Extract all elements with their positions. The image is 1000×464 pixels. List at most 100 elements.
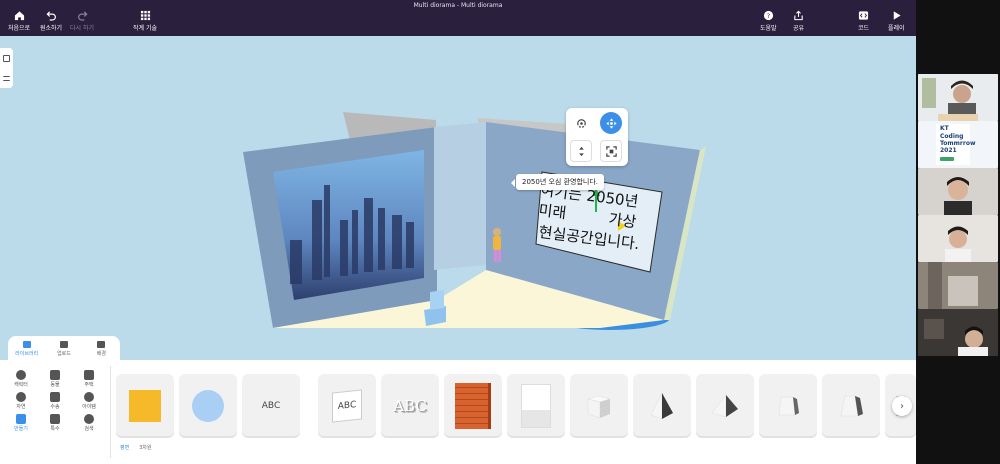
library-tabs: 라이브러리 업로드 배경 — [8, 336, 120, 362]
category-label: 만들기 — [14, 426, 28, 432]
participant-tile-logo[interactable]: KT Coding Tommrrow 2021 — [918, 121, 998, 168]
tab-background-label: 배경 — [96, 351, 106, 357]
share-icon — [794, 10, 803, 21]
home-label: 처음으로 — [8, 25, 31, 32]
scroll-next-button[interactable]: › — [892, 396, 912, 416]
subtab-flat[interactable]: 평면 — [120, 444, 129, 451]
student-2-video — [918, 215, 998, 262]
item-text[interactable]: ABC — [242, 374, 300, 438]
category-nature[interactable]: 자연 — [4, 392, 38, 410]
move-mode-button[interactable] — [600, 112, 622, 134]
globe-icon — [84, 392, 94, 402]
category-transport[interactable]: 수송 — [38, 392, 72, 410]
scale-mode-button[interactable] — [600, 140, 622, 162]
tab-background[interactable]: 배경 — [83, 336, 120, 362]
item-trapezoid[interactable] — [822, 374, 880, 438]
tab-library[interactable]: 라이브러리 — [8, 336, 45, 362]
item-shelf: ABC ABC ABC — [116, 374, 916, 438]
redo-button[interactable]: 다시 하기 — [70, 10, 94, 32]
code-button[interactable]: 코드 — [858, 10, 869, 32]
character-figure[interactable] — [493, 228, 501, 262]
gallery-label: 작계 기술 — [133, 25, 157, 32]
scale-icon — [605, 145, 617, 157]
item-tetrahedron[interactable] — [696, 374, 754, 438]
image-icon — [97, 341, 106, 348]
item-brick-wall[interactable] — [444, 374, 502, 438]
category-make[interactable]: 만들기 — [4, 414, 38, 432]
code-label: 코드 — [858, 25, 870, 32]
dog-icon — [50, 370, 60, 380]
student-1-video — [918, 168, 998, 215]
play-label: 플레이 — [888, 25, 905, 32]
category-label: 자연 — [16, 404, 26, 410]
tab-upload[interactable]: 업로드 — [45, 336, 82, 362]
center-wall — [434, 122, 486, 270]
logo-badge — [940, 157, 954, 161]
redo-icon — [77, 11, 87, 21]
share-button[interactable]: 공유 — [793, 10, 804, 32]
cube-icon — [587, 395, 611, 419]
item-cube[interactable] — [570, 374, 628, 438]
trapezoid-icon — [840, 395, 863, 417]
gallery-button[interactable]: 작계 기술 — [133, 10, 157, 32]
item-pyramid[interactable] — [633, 374, 691, 438]
share-label: 공유 — [793, 25, 805, 32]
category-label: 아이템 — [82, 404, 96, 410]
home-button[interactable]: 처음으로 — [8, 10, 30, 32]
participant-tile-student-3[interactable] — [918, 262, 998, 309]
category-character[interactable]: 캐릭터 — [4, 370, 38, 388]
block-back[interactable] — [430, 290, 444, 310]
height-mode-button[interactable] — [570, 140, 592, 162]
tab-library-label: 라이브러리 — [15, 351, 39, 357]
student-4-video — [918, 309, 998, 356]
diorama-scene — [243, 112, 706, 330]
play-button[interactable]: 플레이 — [888, 10, 905, 32]
vertical-arrows-icon — [578, 146, 584, 156]
help-button[interactable]: ? 도움말 — [760, 10, 777, 32]
item-3d-text[interactable]: ABC — [381, 374, 439, 438]
text-card-icon: ABC — [332, 389, 362, 423]
white-panel-icon — [521, 384, 551, 428]
category-grid: 캐릭터 동물 주택 자연 수송 아이템 만들기 특수 검색 — [4, 370, 108, 432]
blue-circle-icon — [192, 390, 224, 422]
item-square[interactable] — [116, 374, 174, 438]
panel-divider — [110, 366, 111, 458]
teacher-video — [918, 74, 998, 121]
category-search[interactable]: 검색 — [72, 414, 106, 432]
undo-button[interactable]: 원소하기 — [40, 10, 62, 32]
grid-icon — [140, 10, 150, 21]
item-circle[interactable] — [179, 374, 237, 438]
item-text-card[interactable]: ABC — [318, 374, 376, 438]
home-icon — [14, 11, 24, 21]
flower-icon — [16, 392, 26, 402]
sign-line-3: 가상 — [607, 209, 638, 232]
tab-upload-label: 업로드 — [57, 351, 71, 357]
play-icon — [893, 11, 901, 20]
text-abc: ABC — [261, 401, 281, 411]
participant-tile-teacher[interactable] — [918, 74, 998, 121]
subtab-3d[interactable]: 3차원 — [139, 444, 151, 451]
item-white-panel[interactable] — [507, 374, 565, 438]
participant-tile-student-2[interactable] — [918, 215, 998, 262]
redo-label: 다시 하기 — [70, 25, 94, 32]
category-label: 검색 — [84, 426, 94, 432]
chevron-right-icon: › — [900, 400, 904, 412]
participant-tile-student-1[interactable] — [918, 168, 998, 215]
upload-icon — [59, 341, 68, 348]
category-label: 동물 — [50, 382, 60, 388]
undo-icon — [46, 11, 56, 21]
item-prism[interactable] — [759, 374, 817, 438]
speech-tooltip: 2050년 오심 환영합니다. — [510, 174, 605, 190]
shapes-icon — [16, 414, 26, 424]
yellow-square-icon — [129, 390, 161, 422]
category-house[interactable]: 주택 — [72, 370, 106, 388]
rotate-mode-button[interactable] — [570, 112, 592, 134]
library-icon — [22, 341, 31, 348]
library-panel: 캐릭터 동물 주택 자연 수송 아이템 만들기 특수 검색 ABC ABC AB… — [0, 360, 916, 464]
category-item[interactable]: 아이템 — [72, 392, 106, 410]
category-special[interactable]: 특수 — [38, 414, 72, 432]
scene-viewport[interactable]: 여기는 2050년 미래 가상 현실공간입니다. 2050년 오심 환영합니다. — [0, 36, 916, 360]
category-animal[interactable]: 동물 — [38, 370, 72, 388]
brick-wall-icon — [455, 383, 491, 429]
participant-tile-student-4[interactable] — [918, 309, 998, 356]
